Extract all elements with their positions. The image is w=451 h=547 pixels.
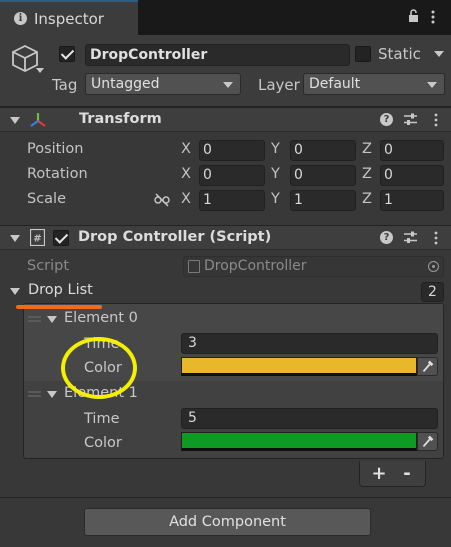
drag-handle-icon[interactable] (28, 391, 41, 397)
time-label: Time (84, 411, 120, 427)
position-y-field[interactable]: 0 (290, 140, 356, 161)
tag-value: Untagged (91, 76, 160, 92)
tag-dropdown[interactable]: Untagged (85, 73, 241, 95)
constrain-proportions-icon[interactable] (154, 193, 170, 207)
annotation-circle (61, 337, 137, 399)
help-icon[interactable]: ? (380, 113, 393, 126)
element-foldout-icon[interactable] (47, 391, 57, 398)
axis-y-label[interactable]: Y (271, 191, 280, 207)
layer-label: Layer (258, 76, 300, 94)
scale-x-field[interactable]: 1 (199, 190, 265, 211)
element-0-title[interactable]: Element 0 (64, 310, 138, 326)
component-menu-icon[interactable] (433, 231, 439, 245)
csharp-script-icon: # (30, 229, 45, 246)
axis-x-label[interactable]: X (181, 141, 191, 157)
axis-z-label[interactable]: Z (362, 191, 372, 207)
layer-value: Default (309, 76, 361, 92)
foldout-arrow-icon[interactable] (10, 235, 20, 242)
tab-label: Inspector (34, 10, 104, 28)
object-picker-icon[interactable] (428, 261, 439, 272)
axis-x-label[interactable]: X (181, 166, 191, 182)
more-options-icon[interactable] (430, 9, 436, 25)
transform-body: Position X 0 Y 0 Z 0 Rotation X 0 Y 0 Z … (0, 136, 451, 220)
drop-controller-title: Drop Controller (Script) (78, 229, 272, 245)
tab-inspector[interactable]: i Inspector (0, 0, 138, 35)
axis-z-label[interactable]: Z (362, 141, 372, 157)
presets-icon[interactable] (404, 231, 417, 244)
eyedropper-icon[interactable] (417, 357, 438, 376)
lock-icon[interactable] (408, 9, 419, 23)
droplist-size-field[interactable]: 2 (421, 282, 444, 302)
info-icon: i (14, 12, 27, 25)
script-reference-field[interactable]: DropController (183, 256, 444, 277)
tag-label: Tag (52, 76, 78, 94)
icon-dropdown-arrow[interactable] (36, 68, 44, 73)
rotation-z-field[interactable]: 0 (380, 165, 444, 186)
droplist-foldout-icon[interactable] (10, 288, 20, 295)
rotation-y-field[interactable]: 0 (290, 165, 356, 186)
script-file-icon (188, 260, 200, 273)
rotation-label: Rotation (27, 166, 88, 182)
position-z-field[interactable]: 0 (380, 140, 444, 161)
rotation-x-field[interactable]: 0 (199, 165, 265, 186)
color-label: Color (84, 435, 122, 451)
chevron-down-icon (427, 82, 437, 88)
object-name-field[interactable]: DropController (85, 44, 350, 66)
layer-dropdown[interactable]: Default (303, 73, 445, 95)
axis-z-label[interactable]: Z (362, 166, 372, 182)
eyedropper-icon[interactable] (417, 432, 438, 451)
chevron-down-icon (223, 82, 233, 88)
presets-icon[interactable] (404, 113, 417, 126)
element-1-color-field[interactable] (181, 432, 417, 451)
axis-y-label[interactable]: Y (271, 166, 280, 182)
remove-element-button[interactable]: - (398, 463, 416, 484)
position-x-field[interactable]: 0 (199, 140, 265, 161)
axis-y-label[interactable]: Y (271, 141, 280, 157)
divider (0, 497, 451, 498)
scale-y-field[interactable]: 1 (290, 190, 356, 211)
scale-z-field[interactable]: 1 (380, 190, 444, 211)
transform-title: Transform (79, 111, 162, 127)
transform-axes-icon (30, 113, 46, 127)
component-enabled-checkbox[interactable] (53, 230, 69, 246)
script-label: Script (27, 258, 70, 274)
drag-handle-icon[interactable] (28, 316, 41, 322)
static-dropdown-arrow[interactable] (434, 51, 444, 57)
component-menu-icon[interactable] (433, 113, 439, 127)
help-icon[interactable]: ? (380, 231, 393, 244)
svg-text:#: # (33, 234, 41, 245)
foldout-arrow-icon[interactable] (10, 117, 20, 124)
annotation-underline (16, 305, 102, 309)
add-element-button[interactable]: + (370, 463, 388, 484)
transform-header[interactable]: Transform ? (0, 107, 451, 132)
gameobject-header: DropController Static Tag Untagged Layer… (0, 35, 451, 107)
static-label: Static (378, 45, 421, 63)
element-0-color-field[interactable] (181, 357, 417, 376)
element-0-time-field[interactable]: 3 (181, 333, 438, 354)
scale-label: Scale (27, 191, 67, 207)
position-label: Position (27, 141, 84, 157)
drop-controller-header[interactable]: # Drop Controller (Script) ? (0, 225, 451, 250)
axis-x-label[interactable]: X (181, 191, 191, 207)
static-checkbox[interactable] (355, 46, 371, 62)
element-foldout-icon[interactable] (47, 316, 57, 323)
add-component-button[interactable]: Add Component (84, 508, 371, 536)
active-checkbox[interactable] (59, 46, 75, 62)
droplist-label[interactable]: Drop List (28, 282, 93, 298)
element-1-time-field[interactable]: 5 (181, 408, 438, 429)
